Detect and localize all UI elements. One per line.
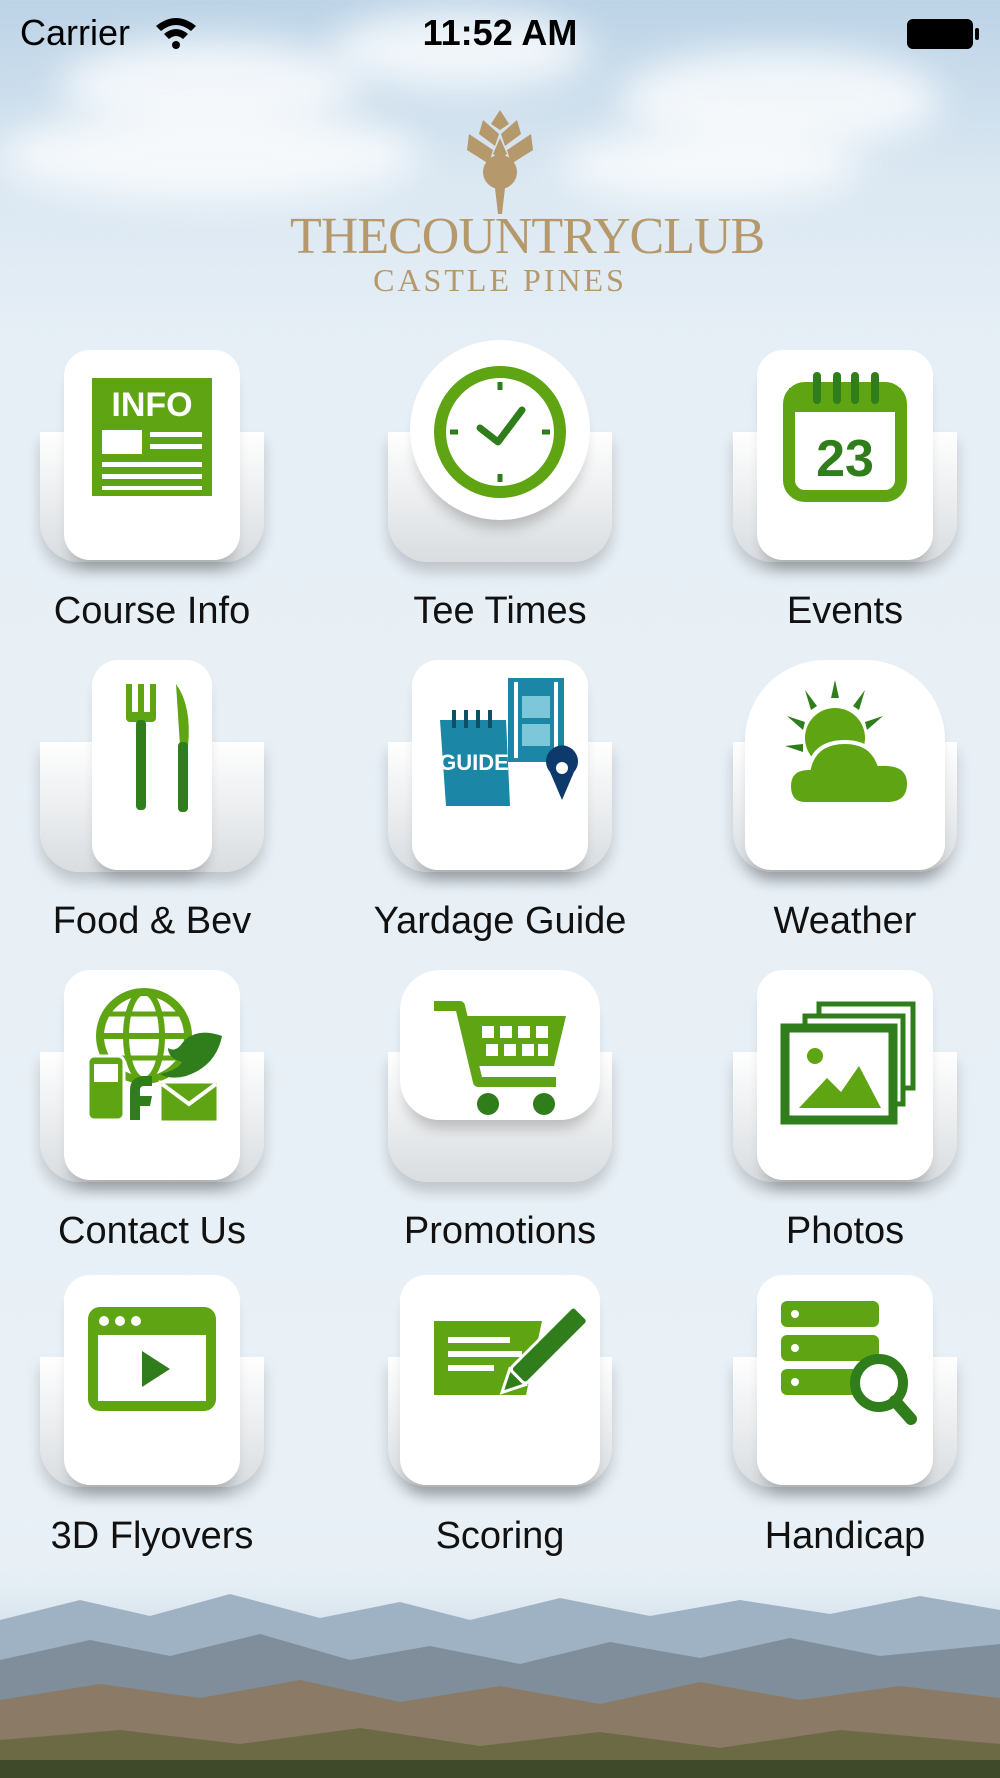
tile-events[interactable]: 23 Events xyxy=(675,350,1000,650)
mountain-landscape xyxy=(0,1560,1000,1778)
tile-label: Yardage Guide xyxy=(373,900,627,942)
tile-weather[interactable]: Weather xyxy=(675,660,1000,960)
calendar-icon: 23 xyxy=(783,372,907,502)
tile-contact-us[interactable]: Contact Us xyxy=(0,970,322,1270)
tile-handicap[interactable]: Handicap xyxy=(675,1275,1000,1575)
video-player-icon xyxy=(88,1307,216,1411)
photos-icon xyxy=(780,1001,916,1125)
tile-3d-flyovers[interactable]: 3D Flyovers xyxy=(0,1275,322,1575)
battery-icon xyxy=(907,19,979,49)
tile-label: Contact Us xyxy=(58,1210,246,1252)
tile-label: Weather xyxy=(773,900,917,942)
tile-label: 3D Flyovers xyxy=(50,1515,254,1557)
info-newspaper-icon: INFO xyxy=(92,378,212,496)
pine-tee-logo-icon xyxy=(467,110,533,214)
tile-label: Promotions xyxy=(403,1210,597,1252)
scorecard-pencil-icon xyxy=(434,1305,589,1395)
tile-tee-times[interactable]: Tee Times xyxy=(330,340,670,650)
calendar-day: 23 xyxy=(816,430,874,488)
club-logo: THECOUNTRYCLUB CASTLE PINES xyxy=(290,108,765,318)
tile-photos[interactable]: Photos xyxy=(675,970,1000,1270)
database-search-icon xyxy=(781,1301,917,1425)
svg-text:INFO: INFO xyxy=(111,386,192,424)
tile-scoring[interactable]: Scoring xyxy=(330,1275,670,1575)
tile-label: Events xyxy=(786,590,904,632)
clock-time: 11:52 AM xyxy=(422,12,578,53)
status-bar: Carrier 11:52 AM xyxy=(0,0,1000,70)
fork-knife-icon xyxy=(126,684,189,812)
tile-label: Scoring xyxy=(435,1515,565,1557)
tile-label: Photos xyxy=(785,1210,905,1252)
tile-label: Food & Bev xyxy=(52,900,252,942)
shopping-cart-icon xyxy=(434,1001,566,1115)
clock-icon xyxy=(434,366,566,498)
tile-label: Handicap xyxy=(764,1515,926,1557)
tile-yardage-guide[interactable]: GUIDE Yardage Guide xyxy=(330,660,670,960)
logo-subtitle: CASTLE PINES xyxy=(373,262,627,298)
tile-promotions[interactable]: Promotions xyxy=(330,970,670,1270)
tile-label: Course Info xyxy=(53,590,251,632)
social-contact-icon xyxy=(86,988,222,1124)
tile-course-info[interactable]: INFO Course Info xyxy=(0,350,322,650)
guide-map-icon: GUIDE xyxy=(439,678,578,806)
tile-label: Tee Times xyxy=(413,590,587,632)
guide-text: GUIDE xyxy=(439,750,509,775)
tile-food-bev[interactable]: Food & Bev xyxy=(0,660,322,960)
sun-cloud-icon xyxy=(785,680,912,806)
logo-title: THECOUNTRYCLUB xyxy=(290,208,765,265)
